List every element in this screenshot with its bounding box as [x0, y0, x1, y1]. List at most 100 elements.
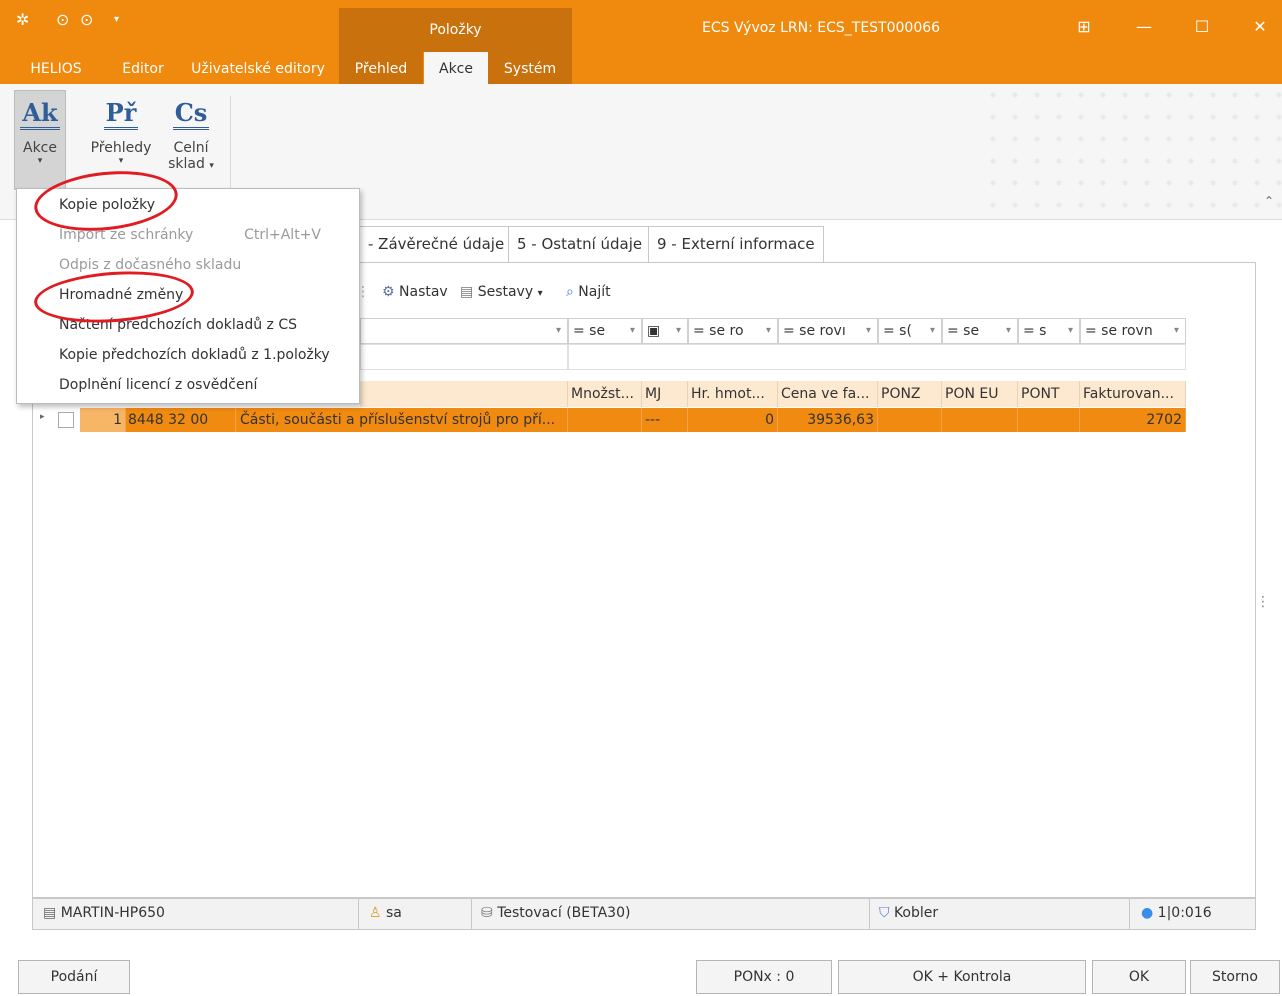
najit-label: Najít — [578, 284, 611, 300]
menu-item-doplneni-licenci[interactable]: Doplnění licencí z osvědčení — [59, 377, 257, 393]
maximize-button[interactable]: ☐ — [1182, 12, 1222, 42]
tab-zaverecne-udaje[interactable]: - Závěrečné údaje — [360, 226, 514, 262]
filter-operator: = s( — [883, 323, 912, 339]
sestavy-button[interactable]: ▤ Sestavy ▾ — [460, 284, 543, 300]
context-group: Položky — [339, 8, 572, 52]
column-header-description[interactable] — [360, 381, 568, 407]
column-header-mnozstvi[interactable]: Množst... — [568, 381, 642, 407]
storno-button[interactable]: Storno — [1190, 960, 1280, 994]
nastav-button[interactable]: ⚙ Nastav — [382, 284, 448, 300]
menu-shortcut-import: Ctrl+Alt+V — [244, 227, 321, 243]
ribbon-collapse-icon[interactable]: ⌃ — [1264, 194, 1274, 208]
akce-button[interactable]: Ak Akce ▾ — [14, 90, 66, 190]
nastav-label: Nastav — [399, 284, 448, 300]
prehledy-icon: Př — [103, 99, 139, 130]
akce-icon: Ak — [20, 99, 60, 130]
filter-operator: = se — [947, 323, 980, 339]
tab-helios[interactable]: HELIOS — [18, 52, 94, 84]
tab-akce[interactable]: Akce — [424, 52, 488, 84]
back-icon[interactable]: ⊙ — [56, 10, 69, 29]
row-indicator-icon[interactable]: ▸ — [40, 412, 45, 422]
podani-button[interactable]: Podání — [18, 960, 130, 994]
filter-cell-mnozstvi[interactable]: = se ▾ — [568, 318, 642, 344]
prehledy-button[interactable]: Př Přehledy ▾ — [86, 90, 156, 167]
database-status: ⛁ Testovací (BETA30) — [481, 905, 630, 921]
tab-externi-informace[interactable]: 9 - Externí informace — [648, 226, 824, 262]
minimize-button[interactable]: — — [1124, 12, 1164, 42]
filter-cell-fakturovano[interactable]: = se rovn ▾ — [1080, 318, 1186, 344]
filter-operator: = se rovn — [1085, 323, 1153, 339]
ribbon-tabs: HELIOS Editor Uživatelské editory Přehle… — [0, 52, 1282, 84]
column-header-fakturovano[interactable]: Fakturovan... — [1080, 381, 1186, 407]
info-icon: ● — [1141, 905, 1154, 921]
tab-prehled[interactable]: Přehled — [339, 52, 423, 84]
filter-operator: = se — [573, 323, 606, 339]
column-header-cena[interactable]: Cena ve fa... — [778, 381, 878, 407]
computer-icon: ▤ — [43, 905, 57, 921]
filter-cell-pont[interactable]: = s ▾ — [1018, 318, 1080, 344]
user-name: sa — [386, 905, 402, 921]
database-name: Testovací (BETA30) — [497, 905, 631, 921]
row-pont[interactable] — [1018, 408, 1080, 432]
computer-name: MARTIN-HP650 — [60, 905, 165, 921]
filter-input-values[interactable] — [568, 344, 1186, 370]
filter-status[interactable]: ⛉ Kobler — [879, 905, 938, 921]
column-header-mj[interactable]: MJ — [642, 381, 688, 407]
gear-icon: ⚙ — [382, 284, 395, 300]
counter-value: 1|0:016 — [1157, 905, 1212, 921]
ponx-button[interactable]: PONx : 0 — [696, 960, 832, 994]
row-hr-hmot[interactable]: 0 — [688, 408, 778, 432]
row-number[interactable]: 1 — [80, 408, 126, 432]
filter-cell-description[interactable]: ▾ — [360, 318, 568, 344]
column-header-hr-hmot[interactable]: Hr. hmot... — [688, 381, 778, 407]
status-separator — [869, 899, 870, 929]
app-logo-icon: ✲ — [16, 10, 30, 29]
column-header-ponz[interactable]: PONZ — [878, 381, 942, 407]
filter-dropdown-icon: ▾ — [629, 325, 635, 336]
tab-uzivatelske-editory[interactable]: Uživatelské editory — [188, 52, 328, 84]
filter-input-description[interactable] — [360, 344, 568, 370]
filter-cell-cena[interactable]: = se rovı ▾ — [778, 318, 878, 344]
akce-dropdown-icon: ▾ — [37, 156, 43, 166]
forward-icon[interactable]: ⊙ — [80, 10, 93, 29]
tab-ostatni-udaje[interactable]: 5 - Ostatní údaje — [508, 226, 652, 262]
row-description[interactable]: Části, součásti a příslušenství strojů p… — [236, 408, 568, 432]
tab-editor[interactable]: Editor — [110, 52, 176, 84]
row-cena[interactable]: 39536,63 — [778, 408, 878, 432]
computer-status: ▤ MARTIN-HP650 — [43, 905, 165, 921]
row-code[interactable]: 8448 32 00 — [126, 408, 236, 432]
filter-dropdown-icon: ▾ — [865, 325, 871, 336]
column-header-pont[interactable]: PONT — [1018, 381, 1080, 407]
close-button[interactable]: ✕ — [1240, 12, 1280, 42]
prehledy-dropdown-icon: ▾ — [118, 156, 124, 166]
filter-operator: = se ro — [693, 323, 744, 339]
checkbox-filter-icon: ▣ — [647, 323, 661, 339]
filter-operator: = s — [1023, 323, 1047, 339]
row-checkbox[interactable] — [58, 412, 74, 428]
menu-item-kopie-dokladu[interactable]: Kopie předchozích dokladů z 1.položky — [59, 347, 330, 363]
row-ponz[interactable] — [878, 408, 942, 432]
splitter-handle-icon[interactable]: ⋮ — [1256, 594, 1270, 610]
filter-cell-hr-hmot[interactable]: = se ro ▾ — [688, 318, 778, 344]
najit-button[interactable]: ⌕ Najít — [566, 284, 611, 300]
quick-access-dropdown-icon[interactable]: ▾ — [114, 14, 119, 25]
row-mnozstvi[interactable] — [568, 408, 642, 432]
filter-cell-ponz[interactable]: = s( ▾ — [878, 318, 942, 344]
row-mj[interactable]: --- — [642, 408, 688, 432]
status-separator — [471, 899, 472, 929]
ok-kontrola-button[interactable]: OK + Kontrola — [838, 960, 1086, 994]
ribbon-display-icon[interactable]: ⊞ — [1064, 12, 1104, 42]
filter-dropdown-icon: ▾ — [555, 325, 561, 336]
ok-button[interactable]: OK — [1092, 960, 1186, 994]
filter-dropdown-icon: ▾ — [929, 325, 935, 336]
row-fakturovano[interactable]: 2702 — [1080, 408, 1186, 432]
tab-system[interactable]: Systém — [488, 52, 572, 84]
filter-cell-mj[interactable]: ▣ ▾ — [642, 318, 688, 344]
filter-cell-pon-eu[interactable]: = se ▾ — [942, 318, 1018, 344]
column-header-pon-eu[interactable]: PON EU — [942, 381, 1018, 407]
filter-dropdown-icon: ▾ — [765, 325, 771, 336]
ribbon-background-pattern — [982, 84, 1282, 220]
celni-sklad-button[interactable]: Cs Celní sklad ▾ — [162, 90, 220, 173]
status-separator — [1129, 899, 1130, 929]
row-pon-eu[interactable] — [942, 408, 1018, 432]
